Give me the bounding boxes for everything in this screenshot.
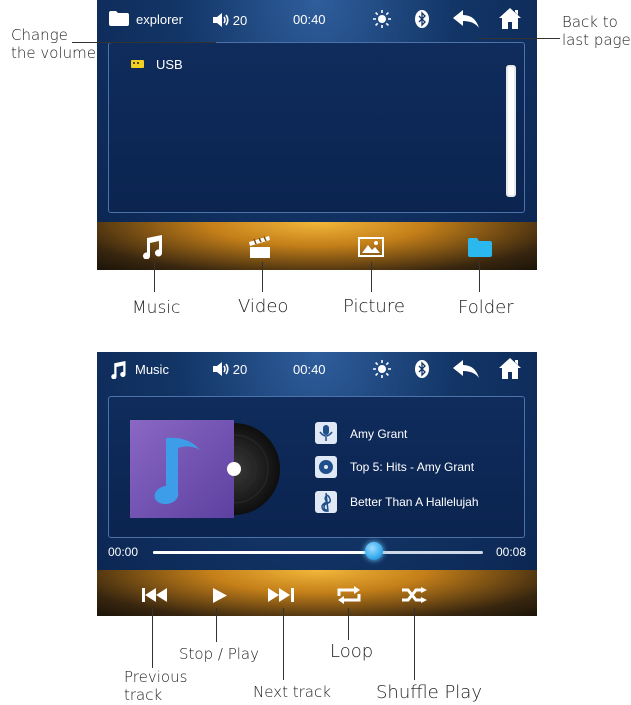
- song-title: Better Than A Hallelujah: [350, 495, 479, 509]
- volume-level: 20: [232, 361, 248, 377]
- bluetooth-icon[interactable]: [415, 10, 429, 28]
- speaker-icon: [212, 13, 229, 27]
- volume-level: 20: [232, 12, 248, 28]
- annotation-next: Next track: [253, 683, 331, 701]
- clock: 00:40: [293, 362, 326, 377]
- music-screen: Music 20 00:40 Amy Grant Top 5: Hits - A…: [97, 352, 537, 616]
- video-clapper-icon: [249, 236, 270, 258]
- clock: 00:40: [293, 12, 326, 27]
- leader-line-folder: [479, 262, 480, 292]
- loop-icon: [337, 586, 361, 604]
- shuffle-button[interactable]: [395, 582, 435, 608]
- album-name: Top 5: Hits - Amy Grant: [350, 460, 475, 474]
- leader-line-shuffle: [414, 608, 415, 680]
- usb-drive-icon: [131, 60, 144, 68]
- bluetooth-icon[interactable]: [415, 360, 429, 378]
- brightness-icon[interactable]: [373, 360, 391, 378]
- home-icon[interactable]: [499, 8, 521, 29]
- folder-icon: [468, 237, 492, 257]
- artist-name: Amy Grant: [350, 427, 408, 441]
- list-item-usb[interactable]: USB: [131, 53, 231, 75]
- loop-button[interactable]: [329, 582, 369, 608]
- folder-icon: [109, 11, 129, 26]
- annotation-loop: Loop: [330, 641, 374, 662]
- speaker-icon: [212, 362, 229, 376]
- music-note-icon: [143, 235, 162, 259]
- volume-button[interactable]: 20: [209, 9, 251, 31]
- music-note-icon: [111, 361, 126, 379]
- shuffle-icon: [402, 587, 427, 603]
- file-list-panel: USB: [108, 42, 525, 213]
- usb-label: USB: [156, 56, 183, 72]
- leader-line-next: [283, 608, 284, 680]
- annotation-previous: Previous track: [124, 668, 188, 704]
- annotation-stop-play: Stop / Play: [179, 645, 259, 663]
- play-icon: [213, 587, 227, 603]
- playback-bar: [97, 570, 537, 616]
- media-bar: [97, 222, 537, 270]
- annotation-back: Back to last page: [562, 13, 631, 49]
- screen-title: Music: [135, 362, 169, 377]
- explorer-screen: explorer 20 00:40 USB: [97, 0, 537, 270]
- leader-line-volume: [72, 42, 216, 43]
- previous-track-button[interactable]: [133, 582, 179, 608]
- status-bar: explorer 20 00:40: [97, 0, 537, 42]
- leader-line-back: [478, 38, 560, 39]
- next-track-button[interactable]: [259, 582, 305, 608]
- scrollbar[interactable]: [506, 65, 516, 197]
- back-arrow-icon[interactable]: [453, 360, 479, 380]
- leader-line-previous: [152, 608, 153, 668]
- annotation-shuffle: Shuffle Play: [376, 682, 482, 703]
- picture-button[interactable]: [348, 232, 394, 262]
- picture-icon: [358, 237, 384, 257]
- leader-line-picture: [371, 262, 372, 292]
- annotation-change-volume: Change the volume: [11, 26, 96, 62]
- next-track-icon: [268, 588, 294, 602]
- leader-line-music: [154, 262, 155, 292]
- progress-knob[interactable]: [365, 542, 384, 560]
- microphone-icon: [315, 422, 337, 444]
- play-button[interactable]: [203, 582, 237, 608]
- previous-track-icon: [142, 588, 167, 602]
- annotation-video: Video: [238, 296, 289, 317]
- back-arrow-icon[interactable]: [453, 10, 479, 30]
- screen-title: explorer: [136, 12, 183, 27]
- leader-line-play: [216, 608, 217, 642]
- leader-line-loop: [348, 608, 349, 640]
- status-bar: Music 20 00:40: [97, 352, 537, 394]
- total-time: 00:08: [496, 545, 527, 559]
- annotation-folder: Folder: [458, 297, 514, 318]
- album-disc-icon: [315, 456, 337, 478]
- elapsed-time: 00:00: [108, 545, 139, 559]
- folder-button[interactable]: [457, 232, 503, 262]
- video-button[interactable]: [237, 232, 283, 262]
- annotation-picture: Picture: [343, 296, 405, 317]
- now-playing-panel: Amy Grant Top 5: Hits - Amy Grant Better…: [108, 396, 525, 538]
- volume-button[interactable]: 20: [209, 358, 251, 380]
- brightness-icon[interactable]: [373, 10, 391, 28]
- annotation-music: Music: [132, 298, 181, 318]
- album-art: [130, 420, 280, 518]
- progress-fill: [153, 551, 375, 554]
- music-button[interactable]: [129, 232, 175, 262]
- leader-line-video: [262, 262, 263, 292]
- song-clef-icon: [315, 491, 337, 513]
- home-icon[interactable]: [499, 358, 521, 379]
